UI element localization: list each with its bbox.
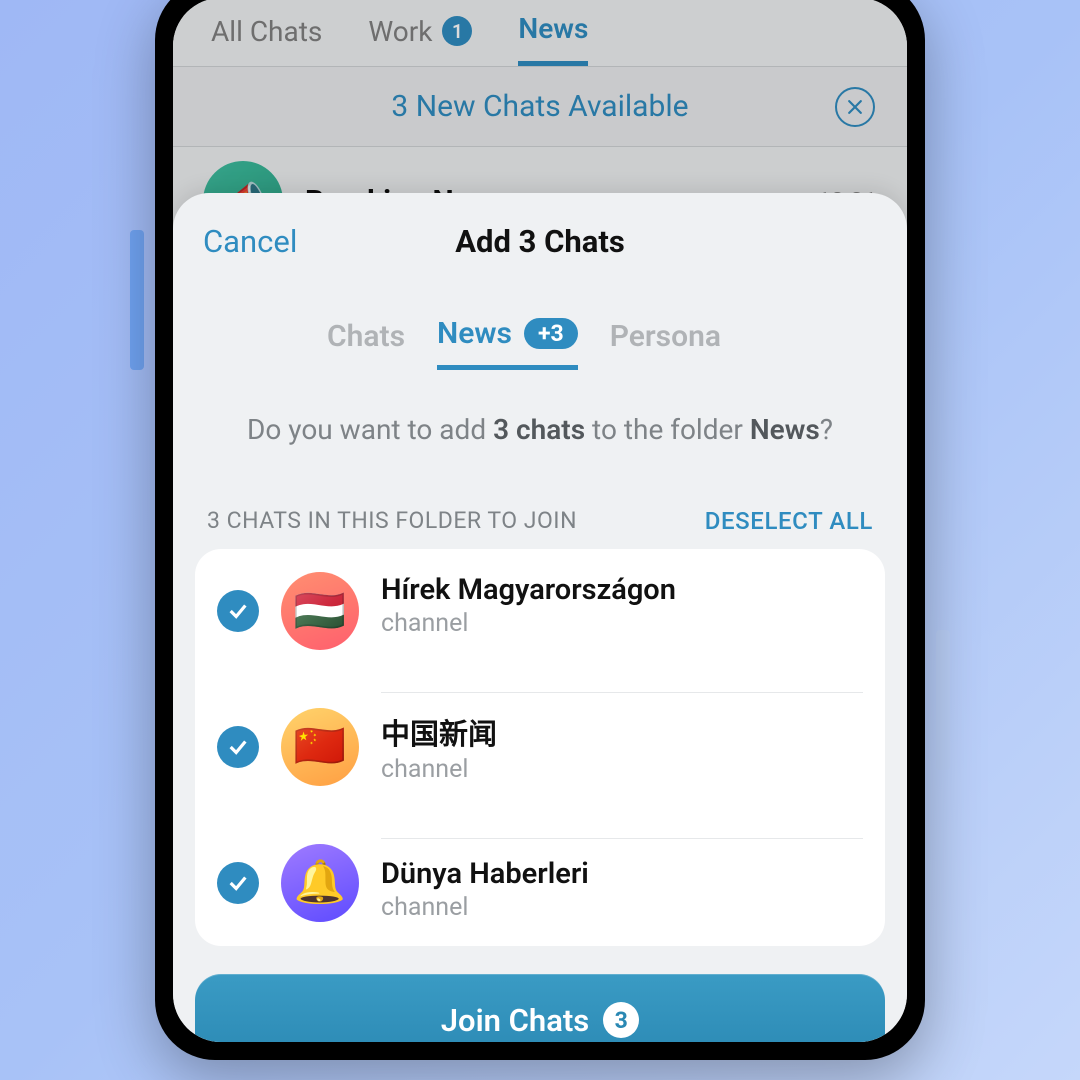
deselect-all-button[interactable]: DESELECT ALL — [705, 507, 873, 535]
phone-screen: All Chats Work 1 News 3 New Chats Availa… — [173, 0, 907, 1042]
sheet-tab-bar: Chats News +3 Persona — [173, 316, 907, 370]
list-item[interactable]: 🇭🇺 Hírek Magyarországon channel — [195, 549, 885, 674]
sheet-header: Cancel Add 3 Chats — [173, 193, 907, 282]
sheet-title: Add 3 Chats — [455, 223, 625, 260]
cancel-button[interactable]: Cancel — [203, 223, 297, 260]
channel-subtitle: channel — [381, 755, 863, 784]
join-count-badge: 3 — [603, 1002, 639, 1038]
join-button-label: Join Chats — [441, 1002, 589, 1039]
tab-label: Chats — [327, 319, 405, 354]
channel-title: Dünya Haberleri — [381, 857, 863, 891]
phone-frame: All Chats Work 1 News 3 New Chats Availa… — [155, 0, 925, 1060]
checkmark-icon[interactable] — [217, 862, 259, 904]
decorative-stripe-right — [936, 630, 950, 770]
avatar-flag-hungary-icon: 🇭🇺 — [281, 572, 359, 650]
channel-subtitle: channel — [381, 893, 863, 922]
count-pill: +3 — [524, 318, 578, 349]
list-item-content: Dünya Haberleri channel — [381, 838, 863, 928]
channel-title: 中国新闻 — [381, 711, 863, 753]
join-chats-button[interactable]: Join Chats 3 — [195, 974, 885, 1042]
list-header: 3 CHATS IN THIS FOLDER TO JOIN DESELECT … — [173, 451, 907, 549]
checkmark-icon[interactable] — [217, 726, 259, 768]
avatar-flag-china-icon: 🇨🇳 — [281, 708, 359, 786]
sheet-tab-news[interactable]: News +3 — [437, 316, 578, 370]
tab-label: News — [437, 316, 512, 351]
sheet-tab-chats[interactable]: Chats — [327, 316, 405, 370]
list-item-content: 中国新闻 channel — [381, 692, 863, 802]
channel-title: Hírek Magyarországon — [381, 573, 863, 607]
list-item[interactable]: 🔔 Dünya Haberleri channel — [195, 820, 885, 946]
list-item-content: Hírek Magyarországon channel — [381, 567, 863, 656]
decorative-stripe-left — [130, 230, 144, 370]
tab-label: Persona — [610, 319, 721, 354]
list-item[interactable]: 🇨🇳 中国新闻 channel — [195, 674, 885, 820]
list-header-label: 3 CHATS IN THIS FOLDER TO JOIN — [207, 507, 577, 534]
channel-subtitle: channel — [381, 609, 863, 638]
sheet-tab-personal[interactable]: Persona — [610, 316, 721, 370]
avatar-bell-icon: 🔔 — [281, 844, 359, 922]
add-chats-sheet: Cancel Add 3 Chats Chats News +3 Persona… — [173, 193, 907, 1042]
prompt-text: Do you want to add 3 chats to the folder… — [221, 410, 859, 451]
checkmark-icon[interactable] — [217, 590, 259, 632]
chat-list: 🇭🇺 Hírek Magyarországon channel 🇨🇳 中国新闻 … — [195, 549, 885, 946]
